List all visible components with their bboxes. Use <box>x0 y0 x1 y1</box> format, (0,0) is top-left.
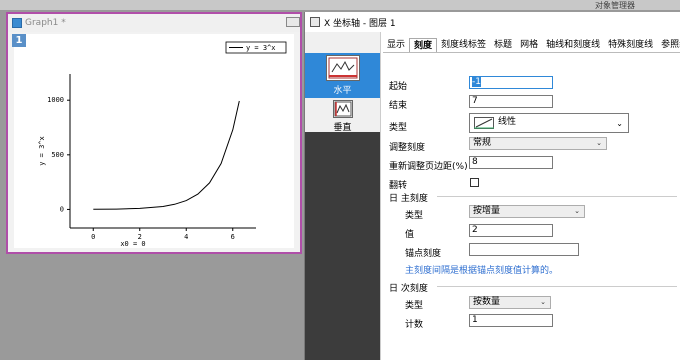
tab-strip: 显示 刻度 刻度线标签 标题 网格 轴线和刻度线 特殊刻度线 参照线 断 <box>383 38 680 52</box>
object-manager-label[interactable]: 对象管理器 <box>595 0 635 11</box>
app-top-strip: 对象管理器 <box>0 0 680 11</box>
rescale-margin-label: 重新调整页边距(%) <box>389 162 468 172</box>
minimize-button[interactable] <box>286 17 300 27</box>
minor-count-input[interactable]: 1 <box>469 314 553 327</box>
selector-pane-empty <box>305 132 380 360</box>
series-line-y-3x <box>93 100 240 210</box>
tab-scale[interactable]: 刻度 <box>409 38 438 52</box>
axis-item-label: 水平 <box>333 86 352 96</box>
tab-tick-labels[interactable]: 刻度线标签 <box>437 38 490 52</box>
tab-line-and-ticks[interactable]: 轴线和刻度线 <box>542 38 604 52</box>
rescale-label: 调整刻度 <box>389 143 426 153</box>
plot-area[interactable]: 024605001000y = 3^xy = 3^xx0 = 0dx = 0.0… <box>14 34 294 248</box>
minor-type-select[interactable]: 按数量 ⌄ <box>469 296 551 309</box>
tab-reference-lines[interactable]: 参照线 <box>657 38 680 52</box>
major-type-label: 类型 <box>405 211 424 221</box>
graph-window[interactable]: Graph1 * 0 2 4 6 0 500 1000 y = 3^x y = 3^x x0 = … <box>6 12 302 254</box>
dialog-title: X 坐标轴 - 图层 1 <box>324 18 396 29</box>
start-label: 起始 <box>389 82 408 92</box>
group-divider <box>437 196 677 197</box>
major-type-value: 按增量 <box>473 206 501 216</box>
dialog-titlebar[interactable]: X 坐标轴 - 图层 1 <box>305 12 680 32</box>
chevron-down-icon: ⌄ <box>574 207 580 215</box>
graph-window-icon <box>12 18 22 28</box>
major-value-label: 值 <box>405 230 415 240</box>
tab-grids[interactable]: 网格 <box>516 38 542 52</box>
end-value: 7 <box>472 96 478 106</box>
end-label: 结束 <box>389 101 408 111</box>
y-axis-label: y = 3^x <box>38 136 46 166</box>
reverse-label: 翻转 <box>389 181 408 191</box>
dialog-icon <box>310 17 320 27</box>
scale-tab-content: 起始 -1 结束 7 类型 线性 ⌄ 调整刻度 常规 ⌄ 重新调整页边距(%) <box>383 53 680 360</box>
minor-type-value: 按数量 <box>473 297 501 307</box>
minor-count-value: 1 <box>472 315 478 325</box>
major-ticks-header[interactable]: 日 主刻度 <box>389 194 428 204</box>
tab-display[interactable]: 显示 <box>383 38 409 52</box>
y-tick-label: 500 <box>51 151 64 159</box>
rescale-select[interactable]: 常规 ⌄ <box>469 137 607 150</box>
linear-scale-icon <box>474 117 494 129</box>
type-label: 类型 <box>389 123 408 133</box>
rescale-margin-value: 8 <box>472 157 478 167</box>
graph-title: Graph1 * <box>25 18 66 28</box>
chevron-down-icon: ⌄ <box>540 298 546 306</box>
major-ticks-group[interactable]: 日 主刻度 <box>389 191 679 204</box>
minor-count-label: 计数 <box>405 320 424 330</box>
anchor-tick-label: 锚点刻度 <box>405 249 442 259</box>
tab-title[interactable]: 标题 <box>490 38 516 52</box>
minor-ticks-header[interactable]: 日 次刻度 <box>389 284 428 294</box>
reverse-checkbox[interactable] <box>470 178 479 187</box>
rescale-margin-input[interactable]: 8 <box>469 156 553 169</box>
minor-ticks-group[interactable]: 日 次刻度 <box>389 281 679 294</box>
x-tick-label: 0 <box>91 233 95 241</box>
axis-item-vertical[interactable]: 垂直 <box>305 100 380 133</box>
graph-page[interactable]: 024605001000y = 3^xy = 3^xx0 = 0dx = 0.0… <box>14 34 294 248</box>
legend-entry: y = 3^x <box>246 44 276 52</box>
layer-badge[interactable]: 1 <box>12 34 26 47</box>
x-tick-label: 6 <box>231 233 235 241</box>
major-ticks-note: 主刻度间隔是根据锚点刻度值计算的。 <box>405 266 559 276</box>
graph-titlebar[interactable]: Graph1 * <box>8 14 300 32</box>
major-value-value: 2 <box>472 225 478 235</box>
y-tick-label: 0 <box>60 205 64 213</box>
y-tick-label: 1000 <box>47 96 64 104</box>
vertical-axis-icon <box>332 100 353 118</box>
axis-item-horizontal[interactable]: 水平 <box>305 53 380 98</box>
horizontal-axis-icon <box>325 55 360 81</box>
anchor-tick-input[interactable] <box>469 243 579 256</box>
x0-annotation: x0 = 0 <box>120 240 145 248</box>
chevron-down-icon: ⌄ <box>596 139 602 147</box>
start-value: -1 <box>472 77 481 87</box>
scale-type-select[interactable]: 线性 ⌄ <box>469 113 629 133</box>
rescale-value: 常规 <box>473 138 492 148</box>
scale-type-value: 线性 <box>498 117 517 127</box>
minor-type-label: 类型 <box>405 301 424 311</box>
major-type-select[interactable]: 按增量 ⌄ <box>469 205 585 218</box>
axis-selector-pane: 水平 垂直 <box>305 32 381 360</box>
chevron-down-icon: ⌄ <box>616 119 623 128</box>
start-input[interactable]: -1 <box>469 76 553 89</box>
end-input[interactable]: 7 <box>469 95 553 108</box>
group-divider <box>437 286 677 287</box>
major-value-input[interactable]: 2 <box>469 224 553 237</box>
tab-special-ticks[interactable]: 特殊刻度线 <box>604 38 657 52</box>
axis-dialog: X 坐标轴 - 图层 1 水平 垂直 显示 刻度 刻度线标签 标题 网格 轴线和… <box>304 12 680 360</box>
x-tick-label: 4 <box>184 233 188 241</box>
